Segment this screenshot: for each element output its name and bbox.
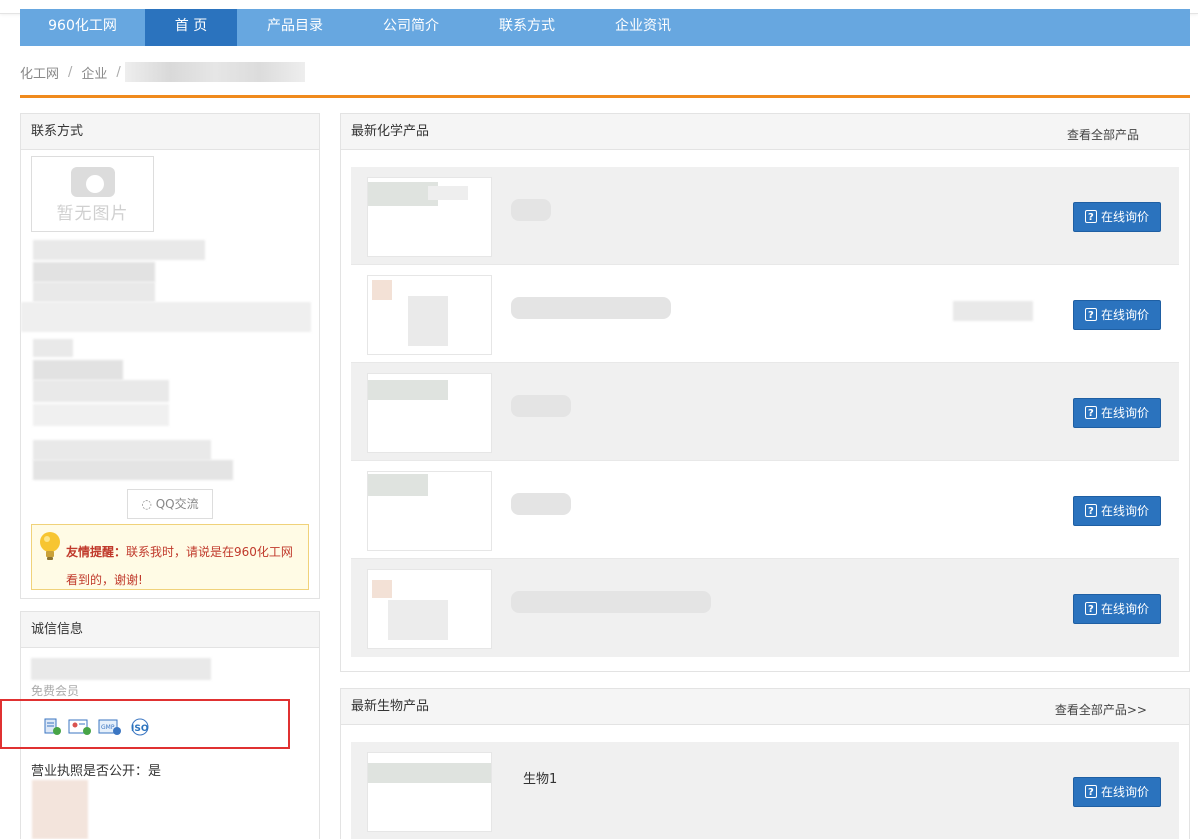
view-all-bio-link[interactable]: 查看全部产品>>	[1055, 701, 1147, 718]
breadcrumb: 化工网 / 企业 /	[20, 62, 305, 82]
nav-brand-link[interactable]: 960化工网	[20, 9, 145, 46]
friendly-reminder: 友情提醒：联系我时，请说是在960化工网看到的，谢谢!	[31, 524, 309, 590]
inquiry-button[interactable]: 在线询价	[1073, 300, 1161, 330]
nav-home[interactable]: 首 页	[145, 9, 237, 46]
product-name-redacted[interactable]	[511, 297, 671, 319]
product-row: 生物1 在线询价	[351, 742, 1179, 839]
contact-panel-title: 联系方式	[21, 114, 319, 150]
product-name-redacted[interactable]	[511, 493, 571, 515]
iso-cert-icon[interactable]: ISO	[128, 718, 152, 740]
gmp-cert-icon[interactable]: GMP	[98, 718, 122, 740]
contact-redacted-line	[33, 380, 169, 402]
credit-panel-title: 诚信信息	[21, 612, 319, 648]
svg-text:GMP: GMP	[101, 724, 115, 731]
product-thumbnail[interactable]	[367, 275, 492, 355]
product-thumbnail[interactable]	[367, 752, 492, 832]
product-row: 在线询价	[351, 559, 1179, 657]
chemical-products-panel: 最新化学产品 查看全部产品 在线询价 在线询价 在线询价 在线询价 在线询价	[340, 113, 1190, 672]
no-photo-placeholder: 暂无图片	[31, 156, 154, 232]
certification-icons: GMP ISO	[44, 718, 152, 740]
nav-contact[interactable]: 联系方式	[469, 9, 585, 46]
inquiry-button[interactable]: 在线询价	[1073, 594, 1161, 624]
inquiry-button[interactable]: 在线询价	[1073, 398, 1161, 428]
inquiry-button[interactable]: 在线询价	[1073, 777, 1161, 807]
credit-redacted-logo	[32, 780, 88, 839]
nav-news[interactable]: 企业资讯	[585, 9, 701, 46]
breadcrumb-home[interactable]: 化工网	[20, 63, 59, 82]
lightbulb-icon	[40, 532, 60, 560]
qq-icon: ◌	[141, 497, 156, 511]
product-name-redacted[interactable]	[511, 591, 711, 613]
bio-products-panel: 最新生物产品 查看全部产品>> 生物1 在线询价	[340, 688, 1190, 839]
product-cas-redacted	[953, 301, 1033, 321]
svg-text:ISO: ISO	[131, 724, 149, 734]
contact-redacted-line	[33, 440, 211, 460]
contact-redacted-line	[33, 404, 169, 426]
contact-panel: 联系方式 暂无图片 ◌ QQ交流 友情提醒：联系我时，请说是在960化工网看到的…	[20, 113, 320, 599]
breadcrumb-company-redacted	[124, 62, 305, 82]
product-row: 在线询价	[351, 461, 1179, 559]
product-name[interactable]: 生物1	[523, 768, 557, 787]
product-thumbnail[interactable]	[367, 471, 492, 551]
inquiry-icon	[1084, 302, 1097, 330]
id-cert-icon[interactable]	[68, 718, 92, 740]
inquiry-icon	[1084, 204, 1097, 232]
nav-products[interactable]: 产品目录	[237, 9, 353, 46]
product-name-redacted[interactable]	[511, 395, 571, 417]
view-all-chemical-link[interactable]: 查看全部产品	[1067, 126, 1139, 143]
contact-redacted-line	[21, 302, 311, 332]
inquiry-icon	[1084, 498, 1097, 526]
tip-title: 友情提醒：	[66, 545, 127, 559]
credit-redacted-line	[31, 658, 211, 680]
contact-redacted-line	[33, 240, 205, 260]
contact-redacted-line	[33, 460, 233, 480]
contact-redacted-line	[33, 282, 155, 302]
product-thumbnail[interactable]	[367, 177, 492, 257]
contact-redacted-line	[33, 339, 73, 357]
inquiry-button[interactable]: 在线询价	[1073, 202, 1161, 232]
breadcrumb-separator: /	[116, 64, 121, 80]
contact-redacted-line	[33, 262, 155, 282]
no-photo-label: 暂无图片	[56, 204, 129, 224]
inquiry-icon	[1084, 779, 1097, 807]
license-cert-icon[interactable]	[44, 718, 62, 740]
chemical-products-title: 最新化学产品	[341, 114, 1189, 150]
main-nav: 960化工网 首 页 产品目录 公司简介 联系方式 企业资讯	[20, 9, 1190, 46]
contact-redacted-line	[33, 360, 123, 380]
qq-chat-button[interactable]: ◌ QQ交流	[127, 489, 213, 519]
member-level: 免费会员	[31, 684, 80, 698]
product-row: 在线询价	[351, 167, 1179, 265]
product-thumbnail[interactable]	[367, 569, 492, 649]
license-public-status: 营业执照是否公开：是	[31, 764, 162, 779]
nav-about[interactable]: 公司简介	[353, 9, 469, 46]
breadcrumb-enterprise[interactable]: 企业	[81, 63, 107, 82]
inquiry-icon	[1084, 400, 1097, 428]
breadcrumb-separator: /	[68, 64, 73, 80]
product-thumbnail[interactable]	[367, 373, 492, 453]
product-row: 在线询价	[351, 363, 1179, 461]
inquiry-icon	[1084, 596, 1097, 624]
product-row: 在线询价	[351, 265, 1179, 363]
qq-chat-label: QQ交流	[155, 497, 199, 511]
product-name-redacted[interactable]	[511, 199, 551, 221]
accent-divider	[20, 95, 1190, 98]
camera-icon	[70, 167, 115, 197]
inquiry-button[interactable]: 在线询价	[1073, 496, 1161, 526]
